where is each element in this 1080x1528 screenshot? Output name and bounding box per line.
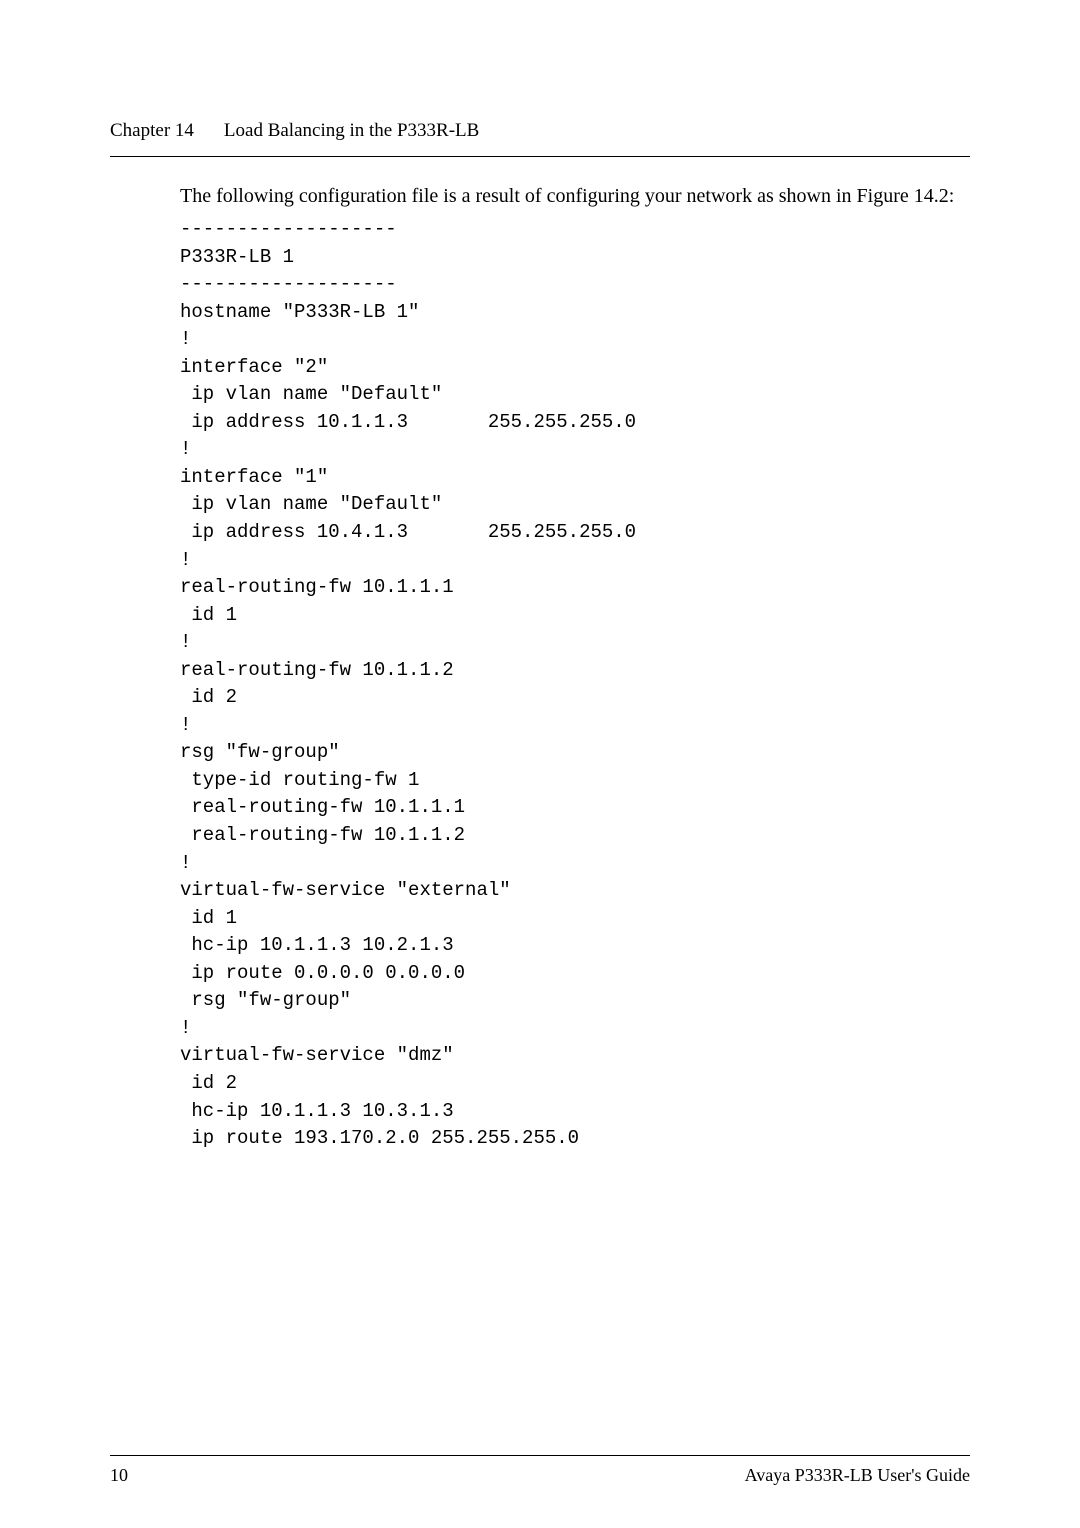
chapter-title-text: Load Balancing in the P333R-LB: [224, 120, 479, 142]
footer-divider: [110, 1455, 970, 1456]
configuration-code-block: ------------------- P333R-LB 1 ---------…: [180, 216, 970, 1153]
guide-title: Avaya P333R-LB User's Guide: [745, 1465, 970, 1486]
header-divider: [110, 156, 970, 157]
chapter-header: Chapter 14 Load Balancing in the P333R-L…: [110, 120, 970, 142]
intro-paragraph: The following configuration file is a re…: [180, 183, 970, 210]
page-footer: 10 Avaya P333R-LB User's Guide: [110, 1465, 970, 1486]
chapter-number-label: Chapter 14: [110, 120, 194, 142]
page-number: 10: [110, 1465, 128, 1486]
